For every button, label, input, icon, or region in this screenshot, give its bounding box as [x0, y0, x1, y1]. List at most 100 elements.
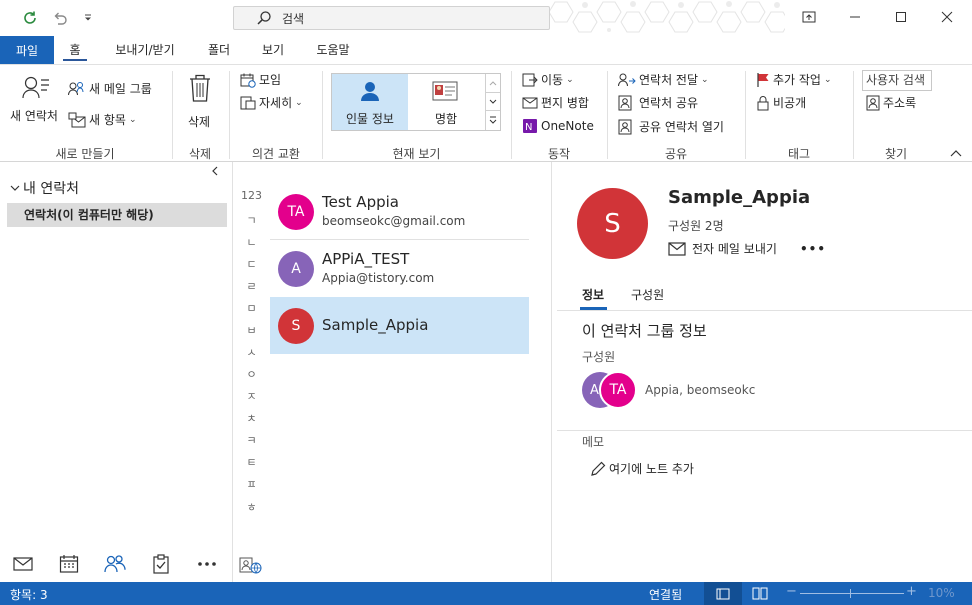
more-modules-icon[interactable] [184, 561, 230, 567]
new-contact-label: 새 연락처 [10, 109, 58, 123]
ribbon-display-icon[interactable] [786, 0, 832, 34]
member-names[interactable]: Appia, beomseokc [645, 383, 755, 397]
tab-home[interactable]: 홈 [54, 36, 96, 63]
trash-icon [187, 73, 220, 103]
share-contacts-label: 연락처 공유 [639, 96, 699, 110]
move-label: 이동 [541, 73, 564, 87]
index-item[interactable]: ㅍ [233, 476, 270, 492]
view-people-option[interactable]: 인물 정보 [332, 74, 408, 130]
contact-card-selected[interactable]: S Sample_Appia [270, 297, 529, 354]
chevron-up-icon[interactable] [486, 74, 500, 92]
group-label-delete: 삭제 [188, 147, 212, 161]
view-card-label: 명함 [434, 112, 458, 126]
tab-file[interactable]: 파일 [0, 36, 54, 64]
zoom-slider-mark [850, 589, 851, 598]
forward-contact-button[interactable]: 연락처 전달 ⌄ [618, 71, 709, 88]
chevron-down-icon: ⌄ [295, 97, 303, 108]
mail-merge-button[interactable]: 편지 병합 [522, 94, 589, 111]
send-email-button[interactable]: 전자 메일 보내기 [668, 240, 777, 257]
tasks-icon[interactable] [138, 554, 184, 574]
contact-name: Sample_Appia [322, 316, 429, 334]
maximize-icon[interactable] [878, 0, 924, 34]
calendar-icon[interactable] [46, 554, 92, 574]
tab-send-receive[interactable]: 보내기/받기 [100, 36, 190, 63]
open-shared-contacts-button[interactable]: 공유 연락처 열기 [618, 118, 724, 135]
index-item[interactable]: ㅈ [233, 388, 270, 404]
tab-members[interactable]: 구성원 [631, 286, 664, 303]
follow-up-button[interactable]: 추가 작업 ⌄ [756, 71, 832, 88]
private-button[interactable]: 비공개 [756, 94, 806, 111]
more-respond-button[interactable]: 자세히 ⌄ [240, 94, 303, 111]
group-avatar: S [577, 188, 648, 259]
zoom-out-button[interactable]: − [786, 584, 797, 599]
delete-button[interactable]: 삭제 [180, 73, 220, 133]
contact-card[interactable]: TA Test Appia beomseokc@gmail.com [270, 183, 529, 240]
tab-folder[interactable]: 폴더 [196, 36, 242, 63]
index-item[interactable]: ㅊ [233, 410, 270, 426]
business-card-icon [432, 80, 458, 102]
open-shared-contacts-label: 공유 연락처 열기 [639, 120, 724, 134]
tab-help[interactable]: 도움말 [304, 36, 362, 63]
zoom-slider[interactable] [800, 593, 904, 594]
more-options-button[interactable]: ••• [800, 242, 826, 256]
index-item[interactable]: ㄴ [233, 234, 270, 250]
zoom-in-button[interactable]: + [906, 584, 917, 599]
index-item[interactable]: 123 [233, 189, 270, 202]
reading-view-icon[interactable] [752, 587, 768, 600]
collapse-ribbon-icon[interactable] [950, 149, 962, 157]
refresh-icon[interactable] [20, 8, 40, 28]
index-item[interactable]: ㅋ [233, 432, 270, 448]
index-item[interactable]: ㄷ [233, 256, 270, 272]
contact-card[interactable]: A APPiA_TEST Appia@tistory.com [270, 240, 529, 297]
chevron-down-icon: ⌄ [823, 74, 832, 85]
index-item[interactable]: ㅁ [233, 300, 270, 316]
tab-info[interactable]: 정보 [582, 286, 604, 303]
index-item[interactable]: ㅅ [233, 344, 270, 360]
move-button[interactable]: 이동 ⌄ [522, 71, 574, 88]
gallery-scroll[interactable] [485, 74, 500, 130]
add-note-label: 여기에 노트 추가 [609, 462, 694, 476]
minimize-icon[interactable] [832, 0, 878, 34]
folder-item-contacts[interactable]: 연락처(이 컴퓨터만 해당) [7, 203, 227, 227]
lock-icon [756, 95, 770, 111]
new-items-button[interactable]: 새 항목 ⌄ [68, 111, 136, 128]
undo-icon[interactable] [50, 8, 70, 28]
index-item[interactable]: ㅇ [233, 366, 270, 382]
tab-view[interactable]: 보기 [250, 36, 296, 63]
chevron-down-icon[interactable] [486, 92, 500, 110]
normal-view-icon[interactable] [704, 582, 742, 605]
customize-qat-icon[interactable] [78, 8, 98, 28]
view-people-label: 인물 정보 [346, 112, 394, 126]
contact-detail-pane: S Sample_Appia 구성원 2명 전자 메일 보내기 ••• 정보 구… [552, 162, 972, 582]
svg-text:N: N [525, 122, 532, 133]
mail-icon[interactable] [0, 556, 46, 572]
collapse-pane-icon[interactable] [211, 166, 219, 176]
add-note-button[interactable]: 여기에 노트 추가 [590, 460, 694, 477]
group-label-actions: 동작 [547, 147, 571, 161]
private-label: 비공개 [773, 96, 807, 110]
index-item[interactable]: ㅌ [233, 454, 270, 470]
address-book-button[interactable]: 주소록 [866, 94, 916, 111]
search-people-input[interactable]: 사용자 검색 [862, 70, 932, 91]
mail-icon [668, 241, 686, 256]
onenote-button[interactable]: N OneNote [522, 118, 594, 134]
people-icon[interactable] [92, 554, 138, 574]
international-index-icon[interactable] [239, 556, 263, 574]
gallery-expand-icon[interactable] [486, 110, 500, 128]
index-item[interactable]: ㅎ [233, 499, 270, 515]
search-input[interactable]: 검색 [233, 6, 550, 30]
index-item[interactable]: ㄹ [233, 278, 270, 294]
onenote-icon: N [522, 118, 538, 134]
close-icon[interactable] [924, 0, 970, 34]
my-contacts-section[interactable]: 내 연락처 [10, 178, 79, 198]
new-contact-button[interactable]: 새 연락처 [10, 75, 68, 131]
meeting-button[interactable]: 모임 [240, 71, 281, 88]
view-card-option[interactable]: 명함 [408, 74, 484, 130]
new-email-group-button[interactable]: 새 메일 그룹 [68, 80, 152, 97]
index-item[interactable]: ㅂ [233, 322, 270, 338]
forward-contact-icon [618, 72, 636, 88]
ribbon-tabs: 파일 홈 보내기/받기 폴더 보기 도움말 [0, 36, 972, 64]
index-item[interactable]: ㄱ [233, 212, 270, 228]
shared-contacts-icon [618, 119, 636, 135]
share-contacts-button[interactable]: 연락처 공유 [618, 94, 698, 111]
